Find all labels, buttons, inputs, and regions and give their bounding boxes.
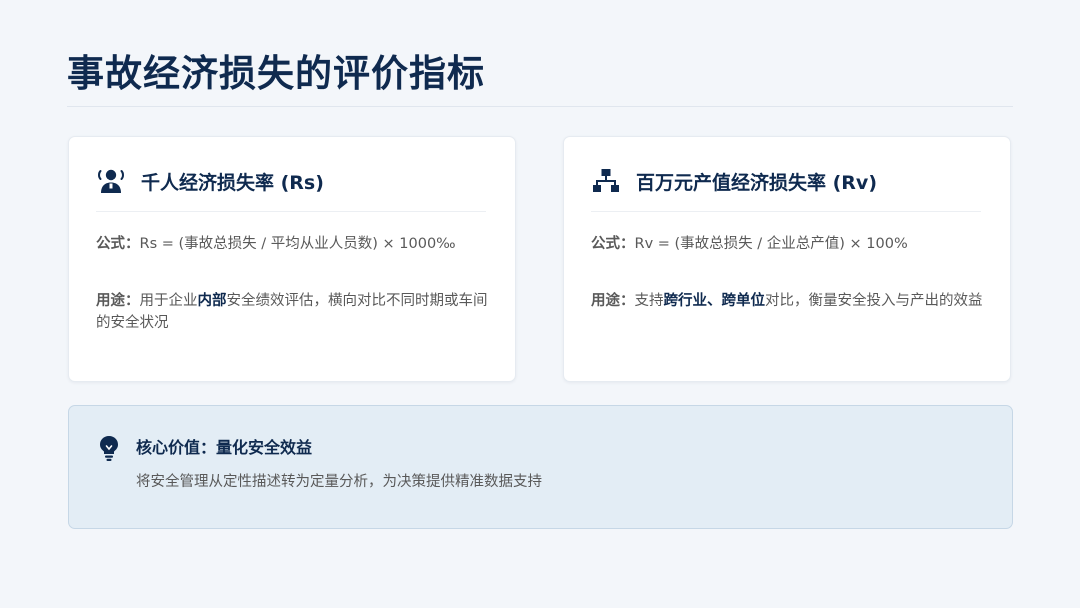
card-divider — [96, 211, 486, 212]
formula-line: 公式：Rv = (事故总损失 / 企业总产值) × 100% — [591, 233, 996, 255]
lightbulb-icon — [97, 434, 121, 462]
usage-text-before: 支持 — [634, 293, 664, 309]
card-divider — [591, 211, 981, 212]
page-title: 事故经济损失的评价指标 — [67, 52, 485, 95]
title-divider — [67, 106, 1013, 107]
formula-text: Rs = (事故总损失 / 平均从业人员数) × 1000‰ — [139, 236, 456, 252]
card-header: 千人经济损失率 (Rs) — [96, 164, 324, 198]
usage-text-after: 对比，衡量安全投入与产出的效益 — [765, 293, 983, 309]
usage-label: 用途： — [96, 293, 140, 309]
formula-label: 公式： — [591, 236, 635, 252]
usage-label: 用途： — [591, 293, 635, 309]
formula-line: 公式：Rs = (事故总损失 / 平均从业人员数) × 1000‰ — [96, 233, 501, 255]
usage-text-before: 用于企业 — [139, 293, 198, 309]
formula-text: Rv = (事故总损失 / 企业总产值) × 100% — [634, 236, 908, 252]
usage-highlight: 跨行业、跨单位 — [663, 293, 766, 309]
usage-line: 用途：支持跨行业、跨单位对比，衡量安全投入与产出的效益 — [591, 290, 996, 312]
card-title: 百万元产值经济损失率 (Rv) — [636, 171, 877, 194]
core-value-callout: 核心价值：量化安全效益 将安全管理从定性描述转为定量分析，为决策提供精准数据支持 — [68, 405, 1013, 529]
usage-highlight: 内部 — [197, 293, 227, 309]
people-icon — [96, 166, 126, 196]
callout-text: 将安全管理从定性描述转为定量分析，为决策提供精准数据支持 — [136, 474, 542, 490]
card-title: 千人经济损失率 (Rs) — [141, 171, 324, 194]
formula-label: 公式： — [96, 236, 140, 252]
org-chart-icon — [591, 166, 621, 196]
card-rv: 百万元产值经济损失率 (Rv) 公式：Rv = (事故总损失 / 企业总产值) … — [563, 136, 1011, 382]
card-rs: 千人经济损失率 (Rs) 公式：Rs = (事故总损失 / 平均从业人员数) ×… — [68, 136, 516, 382]
callout-title: 核心价值：量化安全效益 — [136, 438, 313, 457]
usage-line: 用途：用于企业内部安全绩效评估，横向对比不同时期或车间的安全状况 — [96, 290, 501, 334]
card-header: 百万元产值经济损失率 (Rv) — [591, 164, 877, 198]
